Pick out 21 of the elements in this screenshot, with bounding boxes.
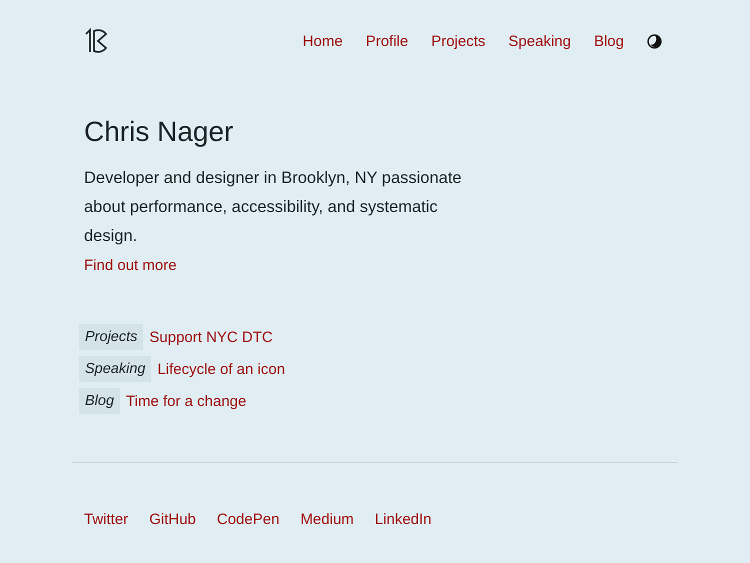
category-tag: Projects xyxy=(79,324,144,350)
intro-paragraph: Developer and designer in Brooklyn, NY passionate about performance, accessibility, and systematic design. xyxy=(84,168,463,247)
category-tag: Blog xyxy=(79,388,120,414)
social-link[interactable]: Twitter xyxy=(84,511,128,528)
social-link[interactable]: LinkedIn xyxy=(374,511,432,528)
post-link[interactable]: Lifecycle of an icon xyxy=(157,360,286,378)
post-link[interactable]: Support NYC DTC xyxy=(149,328,273,346)
logo-icon[interactable] xyxy=(84,28,108,54)
nav-link[interactable]: Home xyxy=(302,32,343,50)
nav-link[interactable]: Blog xyxy=(594,32,624,50)
category-tag: Speaking xyxy=(79,356,152,382)
find-out-more-link[interactable]: Find out more xyxy=(84,257,177,274)
social-link[interactable]: CodePen xyxy=(216,511,280,528)
nav-link[interactable]: Profile xyxy=(366,32,408,50)
social-link[interactable]: GitHub xyxy=(149,511,196,528)
page-title: Chris Nager xyxy=(84,115,234,149)
theme-toggle-icon[interactable] xyxy=(647,34,662,48)
post-link[interactable]: Time for a change xyxy=(126,392,246,410)
social-link[interactable]: Medium xyxy=(300,511,354,528)
nav-link[interactable]: Speaking xyxy=(508,32,571,50)
nav-link[interactable]: Projects xyxy=(431,32,486,50)
